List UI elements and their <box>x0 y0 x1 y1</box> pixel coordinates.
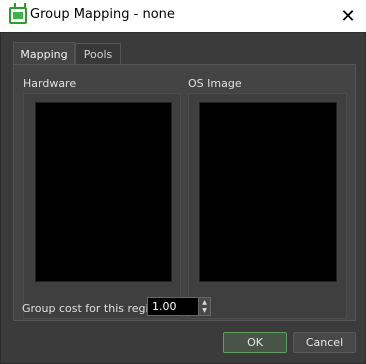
os-image-list[interactable] <box>199 102 337 282</box>
tv-monitor-icon <box>9 7 27 24</box>
group-cost-label: Group cost for this region: <box>22 302 166 315</box>
cancel-button[interactable]: Cancel <box>293 332 356 353</box>
dialog-body: Mapping Pools Hardware OS Image Group co… <box>0 32 366 364</box>
tab-pools[interactable]: Pools <box>75 43 121 64</box>
group-cost-value[interactable]: 1.00 <box>152 300 177 313</box>
os-image-frame <box>188 93 347 319</box>
title-bar: Group Mapping - none ✕ <box>0 0 366 32</box>
window-title: Group Mapping - none <box>30 7 175 22</box>
hardware-label: Hardware <box>23 77 77 90</box>
tab-mapping[interactable]: Mapping <box>13 42 75 65</box>
spin-buttons: ▲ ▼ <box>198 298 210 315</box>
hardware-frame <box>23 93 181 319</box>
hardware-list[interactable] <box>35 102 172 282</box>
group-cost-spinbox[interactable]: 1.00 ▲ ▼ <box>147 297 211 316</box>
ok-button[interactable]: OK <box>223 332 287 353</box>
mapping-panel: Hardware OS Image <box>13 64 356 321</box>
spin-up-icon[interactable]: ▲ <box>200 298 209 306</box>
close-button[interactable]: ✕ <box>330 0 366 32</box>
os-image-label: OS Image <box>188 77 242 90</box>
spin-down-icon[interactable]: ▼ <box>200 306 209 314</box>
